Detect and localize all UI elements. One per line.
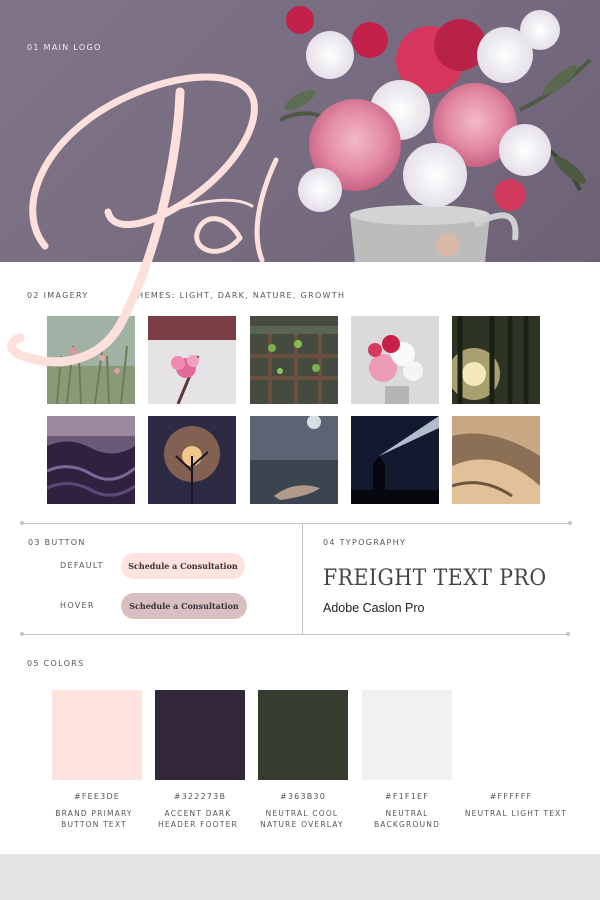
bouquet-photo bbox=[279, 6, 592, 262]
image-grass-meadow bbox=[47, 316, 135, 404]
divider-dot bbox=[568, 521, 572, 525]
image-sunlit-forest bbox=[452, 316, 540, 404]
typography-label: 04 TYPOGRAPHY bbox=[323, 538, 407, 547]
default-state-label: DEFAULT bbox=[60, 561, 104, 570]
schedule-consultation-button-hover[interactable]: Schedule a Consultation bbox=[121, 593, 247, 619]
secondary-font-sample: Adobe Caslon Pro bbox=[323, 601, 425, 615]
color-swatch bbox=[155, 690, 245, 780]
divider-dot bbox=[566, 632, 570, 636]
color-hex: #FEE3DE bbox=[73, 792, 121, 801]
brand-board: 01 MAIN LOGO 02 IMAGERY THEMES: LIGHT, D… bbox=[0, 0, 600, 900]
image-backlit-plant bbox=[148, 416, 236, 504]
color-description: ACCENT DARK HEADER FOOTER bbox=[158, 809, 238, 829]
divider-vertical bbox=[302, 523, 303, 634]
color-description: BRAND PRIMARY BUTTON TEXT bbox=[55, 809, 133, 829]
image-dark-waves bbox=[47, 416, 135, 504]
color-description: NEUTRAL LIGHT TEXT bbox=[464, 809, 568, 818]
image-seedling-sprouts bbox=[250, 316, 338, 404]
hero-banner: 01 MAIN LOGO bbox=[0, 0, 600, 262]
footer-band bbox=[0, 854, 600, 900]
divider-dot bbox=[20, 632, 24, 636]
hover-state-label: HOVER bbox=[60, 601, 95, 610]
divider-top bbox=[22, 523, 570, 524]
button-label: 03 BUTTON bbox=[28, 538, 86, 547]
image-flower-bouquet bbox=[351, 316, 439, 404]
image-sand-dunes bbox=[452, 416, 540, 504]
imagery-label: 02 IMAGERY bbox=[27, 291, 89, 300]
color-hex: #FFFFFF bbox=[489, 792, 533, 801]
divider-dot bbox=[20, 521, 24, 525]
imagery-themes: THEMES: LIGHT, DARK, NATURE, GROWTH bbox=[131, 291, 346, 300]
color-hex: #322273B bbox=[173, 792, 227, 801]
color-hex: #363B30 bbox=[279, 792, 327, 801]
divider-bottom bbox=[22, 634, 570, 635]
color-swatch bbox=[466, 690, 556, 780]
color-swatch bbox=[362, 690, 452, 780]
schedule-consultation-button-default[interactable]: Schedule a Consultation bbox=[121, 553, 245, 579]
image-pink-blossom bbox=[148, 316, 236, 404]
color-hex: #F1F1EF bbox=[384, 792, 430, 801]
color-swatch bbox=[258, 690, 348, 780]
primary-font-sample: FREIGHT TEXT PRO bbox=[323, 566, 547, 591]
color-swatch bbox=[52, 690, 142, 780]
colors-label: 05 COLORS bbox=[27, 659, 85, 668]
main-logo-label: 01 MAIN LOGO bbox=[27, 43, 102, 52]
color-description: NEUTRAL COOL NATURE OVERLAY bbox=[260, 809, 344, 829]
color-description: NEUTRAL BACKGROUND bbox=[373, 809, 441, 829]
image-hand-dandelion bbox=[250, 416, 338, 504]
image-night-sky-flashlight bbox=[351, 416, 439, 504]
